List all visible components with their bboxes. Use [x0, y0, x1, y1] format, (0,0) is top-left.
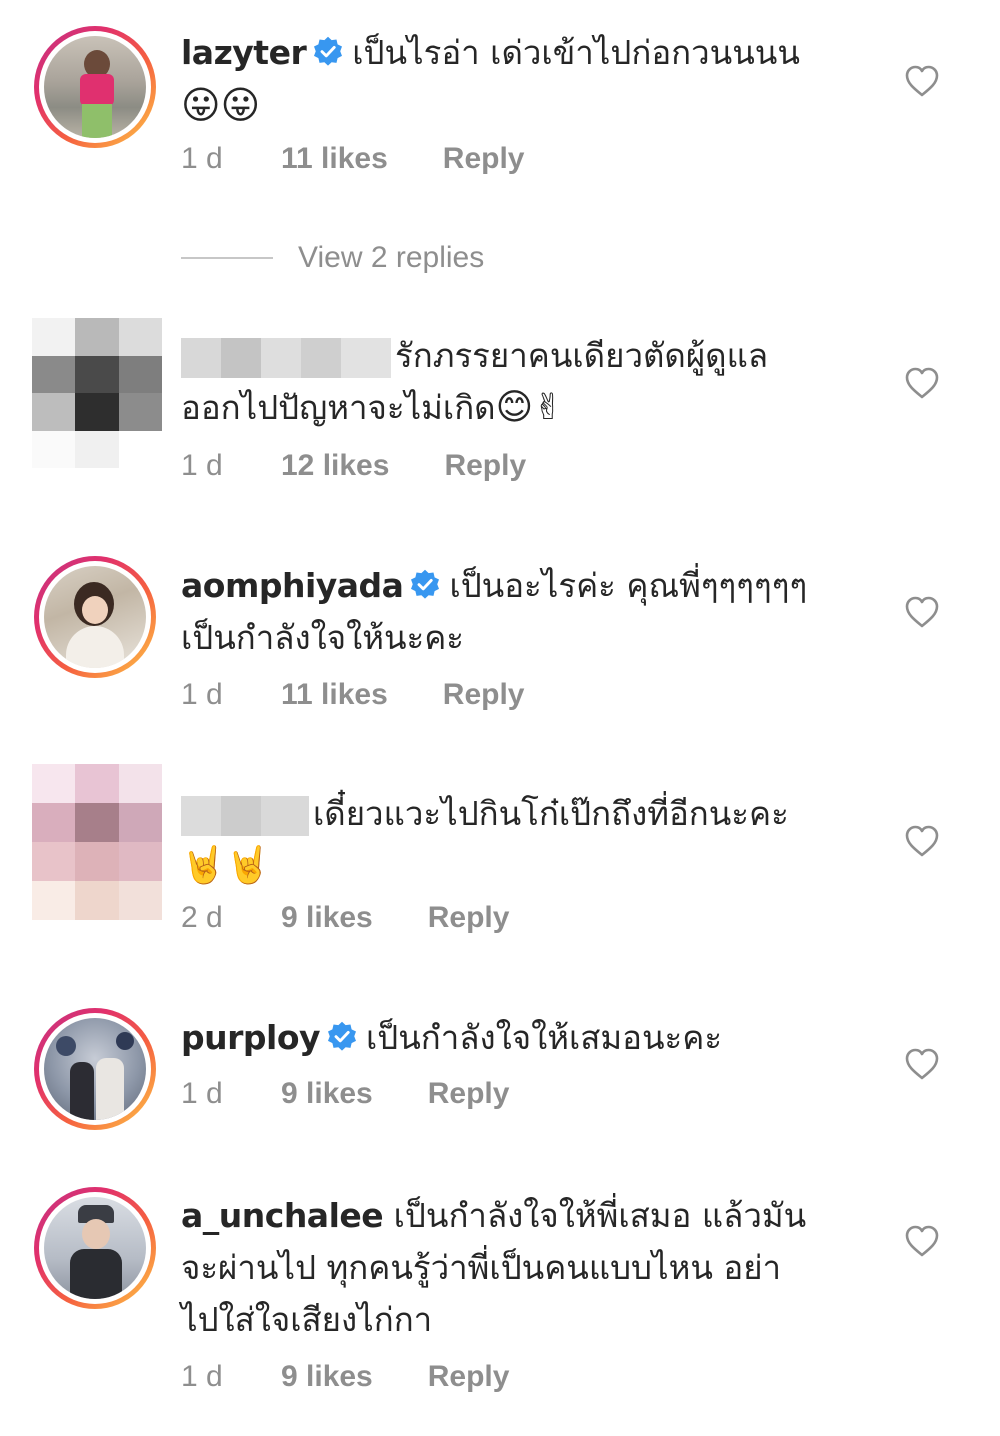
comment-text: เดี๋ยวแวะไปกินโก๋เป๊กถึงที่อีกนะคะ 🤘🤘	[181, 788, 871, 892]
likes-count[interactable]: 9 likes	[281, 901, 373, 935]
reply-button[interactable]: Reply	[428, 1077, 510, 1111]
comment-meta: 1 d 9 likes Reply	[181, 1360, 509, 1394]
comment-text: purploy เป็นกำลังใจให้เสมอนะคะ	[181, 1012, 871, 1064]
comment-text: lazyter เป็นไรอ่า เด่วเข้าไปก่อกวนนนน 😛😛	[181, 27, 871, 133]
username-blurred[interactable]	[181, 795, 309, 836]
verified-badge-icon	[326, 1021, 358, 1053]
verified-badge-icon	[312, 36, 344, 68]
heart-outline-icon[interactable]	[904, 1047, 940, 1081]
avatar-photo	[44, 1197, 146, 1299]
comment-text: aomphiyada เป็นอะไรค่ะ คุณพี่ๆๆๆๆๆๆ เป็นก…	[181, 560, 871, 664]
view-replies-label[interactable]: View 2 replies	[298, 241, 484, 275]
heart-outline-icon[interactable]	[904, 1224, 940, 1258]
comment-emoji: 😊✌	[495, 387, 564, 428]
heart-outline-icon[interactable]	[904, 595, 940, 629]
likes-count[interactable]: 9 likes	[281, 1360, 373, 1394]
comment-meta: 1 d 9 likes Reply	[181, 1077, 509, 1111]
avatar[interactable]	[34, 556, 156, 678]
comment-time: 1 d	[181, 449, 223, 482]
username[interactable]: a_unchalee	[181, 1196, 384, 1235]
comment-time: 1 d	[181, 142, 223, 175]
comment-body-line2: เป็นกำลังใจให้นะคะ	[181, 618, 465, 657]
comment-text: รักภรรยาคนเดียวตัดผู้ดูแล ออกไปปัญหาจะไม…	[181, 330, 871, 434]
reply-button[interactable]: Reply	[444, 449, 526, 483]
comment-body-line2: จะผ่านไป ทุกคนรู้ว่าพี่เป็นคนแบบไหน อย่า	[181, 1248, 782, 1287]
comment-body: เป็นอะไรค่ะ คุณพี่ๆๆๆๆๆๆ	[449, 566, 808, 605]
reply-button[interactable]: Reply	[443, 678, 525, 712]
comment-body: เป็นกำลังใจให้เสมอนะคะ	[366, 1018, 723, 1057]
comment-emoji: 🤘🤘	[181, 845, 271, 886]
comment-emoji: 😛😛	[181, 83, 261, 127]
avatar-blurred[interactable]	[32, 318, 162, 468]
avatar[interactable]	[34, 1187, 156, 1309]
comment-body: เดี๋ยวแวะไปกินโก๋เป๊กถึงที่อีกนะคะ	[313, 794, 789, 833]
likes-count[interactable]: 12 likes	[281, 449, 389, 483]
comment-time: 2 d	[181, 901, 223, 934]
reply-button[interactable]: Reply	[443, 142, 525, 176]
username[interactable]: aomphiyada	[181, 566, 404, 605]
comment-body-line2: ออกไปปัญหาจะไม่เกิด	[181, 388, 496, 427]
comment-meta: 1 d 11 likes Reply	[181, 678, 524, 712]
heart-outline-icon[interactable]	[904, 366, 940, 400]
avatar-photo	[44, 1018, 146, 1120]
comment-meta: 1 d 11 likes Reply	[181, 142, 524, 176]
likes-count[interactable]: 9 likes	[281, 1077, 373, 1111]
comment-body: เป็นไรอ่า เด่วเข้าไปก่อกวนนนน	[352, 33, 800, 72]
divider	[181, 257, 273, 259]
reply-button[interactable]: Reply	[428, 1360, 510, 1394]
comment-meta: 2 d 9 likes Reply	[181, 901, 509, 935]
comment-text: a_unchalee เป็นกำลังใจให้พี่เสมอ แล้วมัน…	[181, 1190, 871, 1346]
username[interactable]: purploy	[181, 1018, 321, 1057]
likes-count[interactable]: 11 likes	[281, 142, 388, 176]
comment-body: รักภรรยาคนเดียวตัดผู้ดูแล	[395, 336, 769, 375]
username-blurred[interactable]	[181, 337, 391, 378]
verified-badge-icon	[409, 569, 441, 601]
comment-time: 1 d	[181, 678, 223, 711]
avatar[interactable]	[34, 1008, 156, 1130]
likes-count[interactable]: 11 likes	[281, 678, 388, 712]
comment-time: 1 d	[181, 1077, 223, 1110]
comment-body: เป็นกำลังใจให้พี่เสมอ แล้วมัน	[393, 1196, 807, 1235]
view-replies[interactable]: View 2 replies	[181, 233, 484, 283]
avatar-blurred[interactable]	[32, 764, 162, 920]
heart-outline-icon[interactable]	[904, 64, 940, 98]
comment-body-line3: ไปใส่ใจเสียงไก่กา	[181, 1300, 433, 1339]
reply-button[interactable]: Reply	[428, 901, 510, 935]
comment-meta: 1 d 12 likes Reply	[181, 449, 526, 483]
comment-time: 1 d	[181, 1360, 223, 1393]
heart-outline-icon[interactable]	[904, 824, 940, 858]
avatar-photo	[44, 566, 146, 668]
avatar-photo	[44, 36, 146, 138]
username[interactable]: lazyter	[181, 33, 307, 72]
avatar[interactable]	[34, 26, 156, 148]
